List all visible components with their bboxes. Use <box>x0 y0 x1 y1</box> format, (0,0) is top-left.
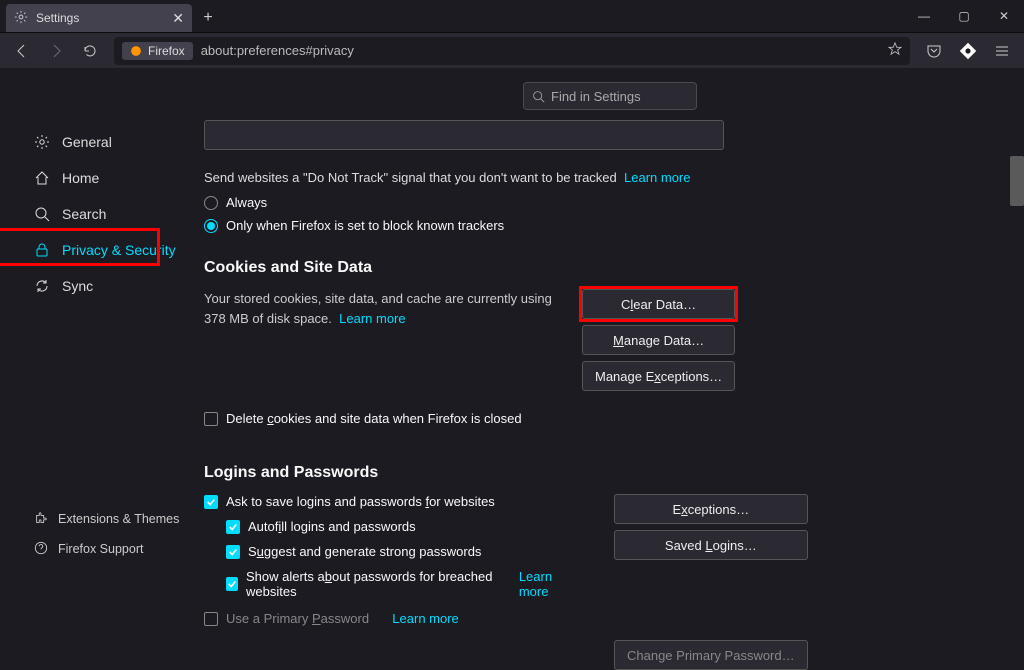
sidebar-item-privacy-security[interactable]: Privacy & Security <box>0 232 200 268</box>
sidebar-item-label: Extensions & Themes <box>58 512 179 526</box>
checkbox-icon <box>226 577 238 591</box>
saved-logins-button[interactable]: Saved Logins… <box>614 530 808 560</box>
tab-title: Settings <box>36 11 79 25</box>
sidebar-item-search[interactable]: Search <box>0 196 200 232</box>
dnt-learn-more-link[interactable]: Learn more <box>624 170 690 185</box>
manage-data-button[interactable]: Manage Data… <box>582 325 735 355</box>
sidebar-firefox-support[interactable]: Firefox Support <box>0 534 200 564</box>
sidebar-extensions-themes[interactable]: Extensions & Themes <box>0 504 200 534</box>
sidebar-item-label: Sync <box>62 278 93 294</box>
sidebar-item-label: Home <box>62 170 99 186</box>
reload-button[interactable] <box>76 37 104 65</box>
pocket-icon[interactable] <box>920 37 948 65</box>
clear-data-button[interactable]: Clear Data… <box>582 289 735 319</box>
home-icon <box>34 170 50 186</box>
url-bar[interactable]: Firefox about:preferences#privacy <box>114 37 910 65</box>
logins-heading: Logins and Passwords <box>204 464 1024 482</box>
cookies-learn-more-link[interactable]: Learn more <box>339 311 405 326</box>
checkbox-icon <box>204 612 218 626</box>
sidebar-item-sync[interactable]: Sync <box>0 268 200 304</box>
cookies-heading: Cookies and Site Data <box>204 259 1024 277</box>
sidebar-item-label: Search <box>62 206 106 222</box>
site-logo-icon <box>954 37 982 65</box>
bookmark-star-icon[interactable] <box>888 42 902 59</box>
autofill-logins-checkbox[interactable]: Autofill logins and passwords <box>226 519 574 534</box>
forward-button[interactable] <box>42 37 70 65</box>
choose-trackers-button[interactable]: Choose which trackers and scripts to blo… <box>204 120 724 150</box>
change-primary-password-button[interactable]: Change Primary Password… <box>614 640 808 670</box>
radio-icon <box>204 196 218 210</box>
dnt-description: Send websites a "Do Not Track" signal th… <box>204 170 1024 185</box>
window-minimize-button[interactable]: — <box>904 0 944 32</box>
breach-learn-more-link[interactable]: Learn more <box>519 569 574 599</box>
lock-icon <box>34 242 50 258</box>
sidebar-item-label: General <box>62 134 112 150</box>
app-menu-button[interactable] <box>988 37 1016 65</box>
checkbox-icon <box>204 412 218 426</box>
gear-icon <box>34 134 50 150</box>
tab-close-icon[interactable]: ✕ <box>172 10 184 27</box>
dnt-radio-only-blocking[interactable]: Only when Firefox is set to block known … <box>204 218 1024 233</box>
checkbox-icon <box>226 545 240 559</box>
sidebar-item-label: Firefox Support <box>58 542 143 556</box>
browser-tab[interactable]: Settings ✕ <box>6 4 192 32</box>
scrollbar-thumb[interactable] <box>1010 156 1024 206</box>
suggest-passwords-checkbox[interactable]: Suggest and generate strong passwords <box>226 544 574 559</box>
new-tab-button[interactable]: + <box>194 4 222 32</box>
window-maximize-button[interactable]: ▢ <box>944 0 984 32</box>
radio-icon <box>204 219 218 233</box>
use-primary-password-checkbox[interactable]: Use a Primary Password Learn more <box>204 611 574 626</box>
search-icon <box>34 206 50 222</box>
delete-cookies-checkbox[interactable]: Delete cookies and site data when Firefo… <box>204 411 1024 426</box>
url-text: about:preferences#privacy <box>201 43 354 58</box>
logins-exceptions-button[interactable]: Exceptions… <box>614 494 808 524</box>
window-close-button[interactable]: ✕ <box>984 0 1024 32</box>
sidebar-item-home[interactable]: Home <box>0 160 200 196</box>
highlight-annotation <box>579 286 738 322</box>
dnt-radio-always[interactable]: Always <box>204 195 1024 210</box>
sidebar-item-label: Privacy & Security <box>62 242 176 258</box>
sync-icon <box>34 278 50 294</box>
primary-learn-more-link[interactable]: Learn more <box>392 611 458 626</box>
back-button[interactable] <box>8 37 36 65</box>
manage-exceptions-button[interactable]: Manage Exceptions… <box>582 361 735 391</box>
checkbox-icon <box>204 495 218 509</box>
checkbox-icon <box>226 520 240 534</box>
sidebar-item-general[interactable]: General <box>0 124 200 160</box>
help-icon <box>34 541 48 558</box>
puzzle-icon <box>34 511 48 528</box>
ask-save-logins-checkbox[interactable]: Ask to save logins and passwords for web… <box>204 494 574 509</box>
cookies-description: Your stored cookies, site data, and cach… <box>204 289 574 391</box>
breach-alerts-checkbox[interactable]: Show alerts about passwords for breached… <box>226 569 574 599</box>
gear-icon <box>14 10 28 27</box>
firefox-badge: Firefox <box>122 42 193 60</box>
